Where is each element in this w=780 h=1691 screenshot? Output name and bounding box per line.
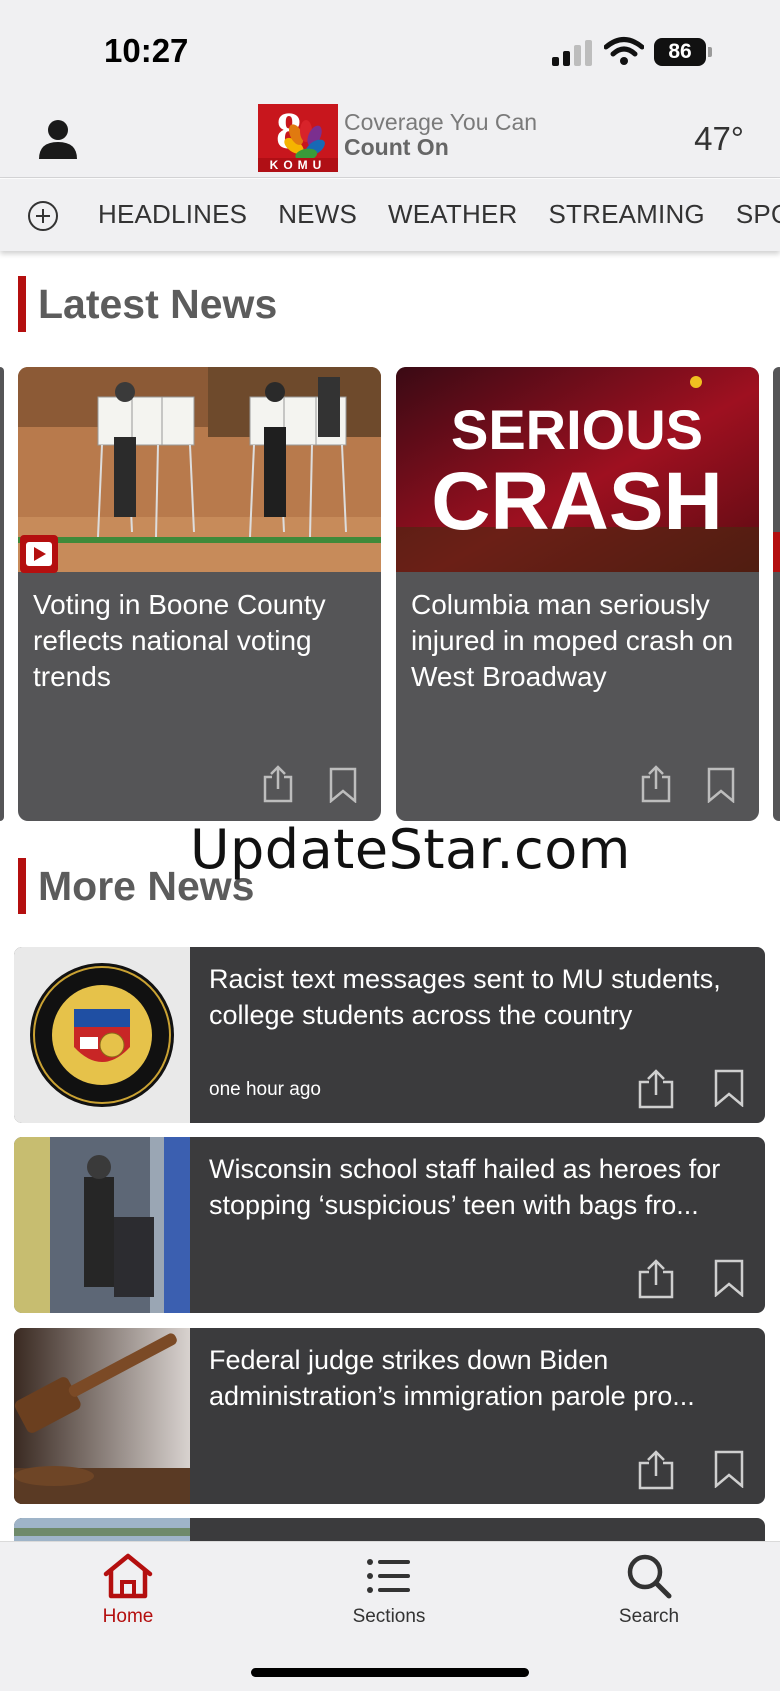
section-accent-bar bbox=[18, 858, 26, 914]
share-icon[interactable] bbox=[638, 1259, 674, 1299]
tab-home[interactable]: Home bbox=[58, 1552, 198, 1628]
next-card-video-badge bbox=[773, 532, 780, 572]
list-item-title: Wisconsin school staff hailed as heroes … bbox=[209, 1154, 721, 1220]
list-item[interactable]: Racist text messages sent to MU students… bbox=[14, 947, 765, 1123]
status-time: 10:27 bbox=[104, 32, 189, 69]
battery-icon: 86 bbox=[654, 38, 712, 66]
previous-card-edge[interactable] bbox=[0, 367, 4, 821]
latest-news-heading: Latest News bbox=[18, 276, 277, 332]
share-icon[interactable] bbox=[638, 1450, 674, 1490]
news-card-title: Voting in Boone County reflects national… bbox=[33, 589, 326, 692]
komu-logo[interactable]: 8 KOMU bbox=[258, 104, 338, 172]
share-icon[interactable] bbox=[641, 765, 671, 803]
search-icon bbox=[627, 1554, 672, 1599]
news-card[interactable]: Voting in Boone County reflects national… bbox=[18, 367, 381, 821]
home-indicator[interactable] bbox=[251, 1668, 529, 1677]
battery-level: 86 bbox=[654, 38, 706, 66]
battery-tip bbox=[708, 47, 712, 57]
latest-news-title: Latest News bbox=[38, 280, 278, 327]
share-icon[interactable] bbox=[638, 1069, 674, 1109]
cellular-signal-icon bbox=[552, 40, 592, 66]
profile-icon[interactable] bbox=[36, 117, 80, 161]
tab-streaming[interactable]: STREAMING bbox=[548, 199, 704, 230]
video-play-icon bbox=[20, 535, 58, 573]
serious-crash-image: SERIOUS CRASH bbox=[396, 367, 759, 572]
crash-text-line-2: CRASH bbox=[431, 456, 723, 547]
tab-search[interactable]: Search bbox=[579, 1552, 719, 1628]
app-screen: 10:27 86 8 KOMU Coverage You Can Count O… bbox=[0, 0, 780, 1691]
voting-booths-image bbox=[18, 367, 381, 572]
mu-seal-image bbox=[14, 947, 190, 1123]
watermark: UpdateStar.com bbox=[190, 818, 631, 881]
tagline-line-2: Count On bbox=[344, 134, 449, 160]
status-bar: 10:27 86 bbox=[0, 0, 780, 100]
news-card[interactable]: SERIOUS CRASH Columbia man seriously inj… bbox=[396, 367, 759, 821]
tab-sports[interactable]: SPORTS bbox=[736, 199, 780, 230]
add-section-icon[interactable] bbox=[28, 201, 58, 231]
bookmark-icon[interactable] bbox=[707, 767, 735, 803]
bookmark-icon[interactable] bbox=[714, 1069, 744, 1107]
list-item[interactable]: Federal judge strikes down Biden adminis… bbox=[14, 1328, 765, 1504]
list-item-time: one hour ago bbox=[209, 1079, 321, 1100]
gavel-image bbox=[14, 1328, 190, 1504]
list-icon bbox=[367, 1559, 410, 1593]
school-hallway-image bbox=[14, 1137, 190, 1313]
tab-weather[interactable]: WEATHER bbox=[388, 199, 517, 230]
tab-news[interactable]: NEWS bbox=[278, 199, 357, 230]
tab-sections[interactable]: Sections bbox=[319, 1552, 459, 1628]
list-item[interactable]: Wisconsin school staff hailed as heroes … bbox=[14, 1137, 765, 1313]
list-item-title: Federal judge strikes down Biden adminis… bbox=[209, 1345, 695, 1411]
app-header: 8 KOMU Coverage You Can Count On 47° bbox=[0, 100, 780, 178]
bookmark-icon[interactable] bbox=[714, 1259, 744, 1297]
share-icon[interactable] bbox=[263, 765, 293, 803]
home-icon bbox=[103, 1553, 153, 1599]
tagline: Coverage You Can Count On bbox=[344, 110, 537, 160]
next-card-edge[interactable] bbox=[773, 367, 780, 821]
list-item-title: Racist text messages sent to MU students… bbox=[209, 964, 721, 1030]
tab-headlines[interactable]: HEADLINES bbox=[98, 199, 247, 230]
nav-tabs: HEADLINES NEWS WEATHER STREAMING SPORTS bbox=[98, 199, 780, 230]
logo-text: KOMU bbox=[270, 158, 327, 172]
tagline-line-1: Coverage You Can bbox=[344, 109, 538, 135]
tab-search-label: Search bbox=[618, 1606, 680, 1627]
crash-text-line-1: SERIOUS bbox=[451, 398, 703, 461]
bookmark-icon[interactable] bbox=[714, 1450, 744, 1488]
tab-sections-label: Sections bbox=[352, 1606, 426, 1627]
section-nav: HEADLINES NEWS WEATHER STREAMING SPORTS bbox=[0, 179, 780, 251]
temperature-button[interactable]: 47° bbox=[694, 120, 744, 158]
wifi-icon bbox=[604, 37, 644, 65]
news-card-title: Columbia man seriously injured in moped … bbox=[411, 589, 734, 692]
bookmark-icon[interactable] bbox=[329, 767, 357, 803]
section-accent-bar bbox=[18, 276, 26, 332]
tab-home-label: Home bbox=[102, 1606, 154, 1627]
